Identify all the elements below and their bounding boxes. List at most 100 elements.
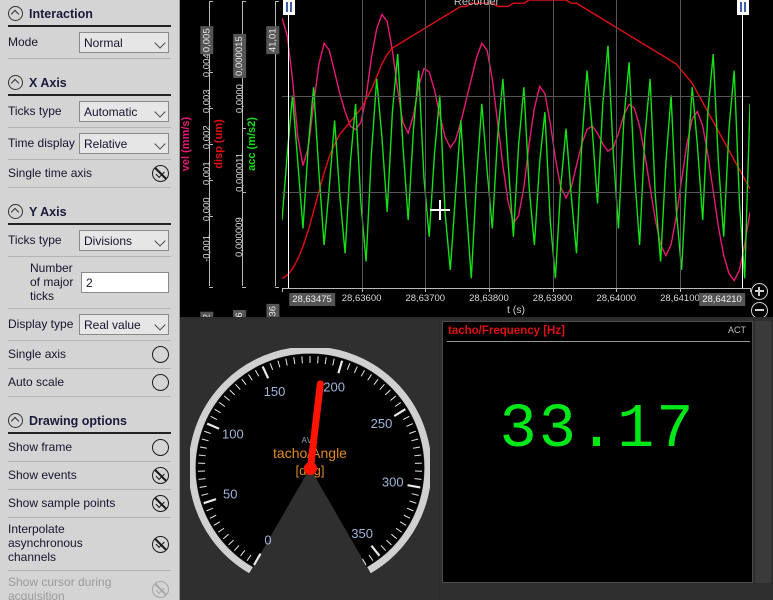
x-ticks-type-select[interactable]: Automatic [79,101,169,122]
digital-meter[interactable]: tacho/Frequency [Hz] ACT 33.17 [442,321,753,583]
x-tick [552,288,554,292]
gauge-minor-tick [414,478,422,480]
gauge-tick-label: 300 [382,475,404,490]
gauge-hub [303,461,317,475]
x-tick-label: 28,63900 [532,293,573,304]
label-x-ticks-type: Ticks type [8,103,62,118]
recorder-chart-panel[interactable]: Recorder -0,003002-0,0010,0000,0010,0020… [180,0,773,317]
x-tick [679,288,681,292]
checkbox-show-frame[interactable] [152,439,169,457]
label-show-sample-points: Show sample points [8,495,116,510]
y-tick-label: -0,001 [201,234,213,262]
collapse-chevron-icon[interactable] [8,75,23,90]
x-tick-label: 28,63475 [289,293,335,306]
row-y-ticks-type: Ticks type Divisions [0,225,179,256]
row-single-time-axis[interactable]: Single time axis [0,160,179,187]
collapse-chevron-icon[interactable] [8,6,23,21]
x-axis: t (s) 28,63475 28,63600 28,63700 28,63800 28… [282,288,751,317]
gridline-horizontal [282,192,750,193]
section-header-drawing-options[interactable]: Drawing options [0,407,179,431]
y-ticks-type-select-wrap: Divisions [79,230,169,251]
x-tick-label: 28,63600 [341,293,382,304]
x-tick-label: 28,63700 [405,293,446,304]
gauge-tick-label: 150 [264,384,286,399]
zoom-controls[interactable] [751,283,771,317]
y-tick-label: 0,000009 [234,217,246,257]
y-tick-label: 0,003 [201,89,213,114]
mode-select[interactable]: Normal [79,32,169,53]
row-show-sample-points[interactable]: Show sample points [0,490,179,517]
gauge-tick-label: 200 [323,380,345,395]
display-type-select[interactable]: Real value [79,314,169,336]
digital-meter-panel[interactable]: tacho/Frequency [Hz] ACT 33.17 [440,318,773,600]
x-axis-unit-label: t (s) [506,304,526,316]
x-tick-label: 28,64000 [596,293,637,304]
angle-gauge[interactable]: 050100150200250300350 AVE tacho/Angle [d… [188,346,432,588]
time-display-select-wrap: Relative [79,133,169,154]
gauge-tick-label: 350 [351,526,373,541]
y-tick-label: 0,000015 [233,34,247,78]
collapse-chevron-icon[interactable] [8,413,23,429]
time-display-select[interactable]: Relative [79,133,169,154]
y-tick-label: -0,003002 [200,311,214,317]
label-show-events: Show events [8,467,77,482]
x-tick-label: 28,64100 [660,293,700,304]
gauge-panel[interactable]: 050100150200250300350 AVE tacho/Angle [d… [180,318,439,600]
section-title: Interaction [29,6,93,21]
label-interpolate-asynchronous-channels: Interpolate asynchronous channels [8,522,83,564]
row-single-axis[interactable]: Single axis [0,341,179,368]
checkbox-auto-scale[interactable] [152,374,169,392]
gauge-tick-label: 250 [371,416,393,431]
cursor-handle[interactable] [737,0,749,15]
y-tick-label: 0,001 [201,161,213,186]
meter-title: tacho/Frequency [Hz] [448,325,565,337]
x-ticks-type-select-wrap: Automatic [79,101,169,122]
plot-area[interactable] [282,0,750,288]
section-title: X Axis [29,75,67,90]
checkbox-show-sample-points[interactable] [152,495,169,513]
x-tick [425,288,427,292]
cursor-line[interactable] [288,0,289,288]
label-single-axis: Single axis [8,346,67,361]
number-of-major-ticks-input[interactable] [81,272,169,294]
gridline-vertical [616,0,618,288]
label-number-of-major-ticks: Number of major ticks [30,261,74,303]
gauge-minor-tick [301,356,303,364]
collapse-chevron-icon[interactable] [8,204,23,219]
y-ticks-type-select[interactable]: Divisions [79,230,169,251]
label-mode: Mode [8,34,39,49]
y-tick-label: 41,01 [266,26,280,55]
meter-scrollbar[interactable] [755,321,771,583]
chart-title: Recorder [453,0,500,8]
y-tick-label: 0,000 [201,197,213,222]
x-tick-label: 28,63800 [469,293,509,304]
section-title: Y Axis [29,204,67,219]
checkbox-single-time-axis[interactable] [152,165,169,182]
y-tick-label: 0,000011 [234,152,246,192]
row-show-cursor-during-acquisition: Show cursor during acquisition [0,571,179,600]
checkbox-single-axis[interactable] [152,346,169,364]
checkbox-interpolate-asynchronous-channels[interactable] [152,535,169,553]
y-tick-label: 0,005 [200,26,214,55]
row-interpolate-asynchronous-channels[interactable]: Interpolate asynchronous channels [0,518,179,569]
meter-value: 33.17 [499,394,696,465]
section-header-y-axis[interactable]: Y Axis [0,198,179,222]
row-show-frame[interactable]: Show frame [0,434,179,461]
row-show-events[interactable]: Show events [0,462,179,489]
zoom-out-button[interactable] [751,302,768,317]
label-display-type: Display type [8,316,74,331]
section-header-interaction[interactable]: Interaction [0,0,179,24]
label-show-cursor-during-acquisition: Show cursor during acquisition [8,574,112,600]
row-time-display: Time display Relative [0,128,179,159]
zoom-in-button[interactable] [751,283,768,300]
gridline-vertical [679,0,681,288]
cursor-line[interactable] [742,0,743,288]
gridline-horizontal [282,96,750,97]
section-header-x-axis[interactable]: X Axis [0,69,179,93]
row-auto-scale[interactable]: Auto scale [0,369,179,396]
cursor-handle[interactable] [283,0,295,15]
checkbox-show-events[interactable] [152,467,169,485]
y-tick-label: -28,36 [266,303,280,317]
gauge-tick-label: 0 [264,533,271,548]
